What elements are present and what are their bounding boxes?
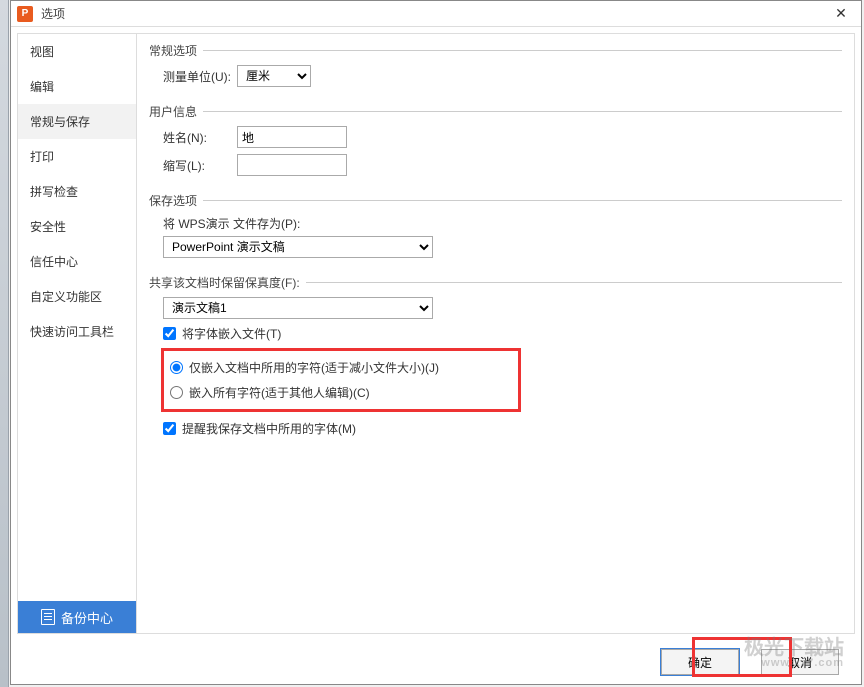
sidebar-item-trust-center[interactable]: 信任中心: [18, 244, 136, 279]
radio-subset-label: 仅嵌入文档中所用的字符(适于减小文件大小)(J): [189, 359, 439, 376]
embed-fonts-checkbox[interactable]: [163, 327, 176, 340]
share-doc-select[interactable]: 演示文稿1: [163, 297, 433, 319]
radio-all[interactable]: [170, 386, 183, 399]
app-icon: P: [17, 6, 33, 22]
close-icon[interactable]: ✕: [827, 4, 855, 24]
initials-label: 缩写(L):: [163, 157, 231, 174]
save-as-select[interactable]: PowerPoint 演示文稿: [163, 236, 433, 258]
sidebar-item-spellcheck[interactable]: 拼写检查: [18, 174, 136, 209]
section-user-legend: 用户信息: [149, 103, 203, 120]
section-save: 保存选项 将 WPS演示 文件存为(P): PowerPoint 演示文稿: [149, 192, 842, 264]
radio-subset[interactable]: [170, 361, 183, 374]
sidebar-nav: 视图 编辑 常规与保存 打印 拼写检查 安全性 信任中心 自定义功能区 快速访问…: [18, 34, 136, 601]
sidebar-item-security[interactable]: 安全性: [18, 209, 136, 244]
embed-options-highlight: 仅嵌入文档中所用的字符(适于减小文件大小)(J) 嵌入所有字符(适于其他人编辑)…: [161, 348, 521, 412]
name-input[interactable]: [237, 126, 347, 148]
dialog-footer: 确定 取消: [11, 640, 861, 684]
sidebar-item-view[interactable]: 视图: [18, 34, 136, 69]
window-title: 选项: [41, 5, 827, 22]
backup-center-label: 备份中心: [61, 608, 113, 627]
remind-fonts-checkbox[interactable]: [163, 422, 176, 435]
sidebar-item-print[interactable]: 打印: [18, 139, 136, 174]
section-save-legend: 保存选项: [149, 192, 203, 209]
name-label: 姓名(N):: [163, 129, 231, 146]
backup-center-button[interactable]: 备份中心: [18, 601, 136, 633]
measure-unit-select[interactable]: 厘米: [237, 65, 311, 87]
section-user: 用户信息 姓名(N): 缩写(L):: [149, 103, 842, 182]
section-general-legend: 常规选项: [149, 42, 203, 59]
section-share: 共享该文档时保留保真度(F): 演示文稿1 将字体嵌入文件(T) 仅嵌入文档中所…: [149, 274, 842, 443]
sidebar-item-general-save[interactable]: 常规与保存: [18, 104, 136, 139]
ok-button[interactable]: 确定: [661, 649, 739, 675]
radio-all-label: 嵌入所有字符(适于其他人编辑)(C): [189, 384, 370, 401]
dialog-body: 视图 编辑 常规与保存 打印 拼写检查 安全性 信任中心 自定义功能区 快速访问…: [11, 27, 861, 640]
initials-input[interactable]: [237, 154, 347, 176]
measure-unit-label: 测量单位(U):: [163, 68, 231, 85]
titlebar: P 选项 ✕: [11, 1, 861, 27]
sidebar: 视图 编辑 常规与保存 打印 拼写检查 安全性 信任中心 自定义功能区 快速访问…: [17, 33, 137, 634]
remind-fonts-label: 提醒我保存文档中所用的字体(M): [182, 420, 356, 437]
cancel-button[interactable]: 取消: [761, 649, 839, 675]
options-dialog: P 选项 ✕ 视图 编辑 常规与保存 打印 拼写检查 安全性 信任中心 自定义功…: [10, 0, 862, 685]
embed-fonts-label: 将字体嵌入文件(T): [182, 325, 281, 342]
sidebar-item-edit[interactable]: 编辑: [18, 69, 136, 104]
radio-row-subset[interactable]: 仅嵌入文档中所用的字符(适于减小文件大小)(J): [170, 355, 510, 380]
section-general: 常规选项 测量单位(U): 厘米: [149, 42, 842, 93]
save-as-label: 将 WPS演示 文件存为(P):: [163, 215, 300, 232]
section-share-legend: 共享该文档时保留保真度(F):: [149, 274, 306, 291]
content-panel: 常规选项 测量单位(U): 厘米 用户信息 姓名(N): 缩写(L):: [137, 33, 855, 634]
document-icon: [41, 609, 55, 625]
sidebar-item-custom-ribbon[interactable]: 自定义功能区: [18, 279, 136, 314]
sidebar-item-quick-access[interactable]: 快速访问工具栏: [18, 314, 136, 349]
window-edge: [0, 0, 9, 687]
radio-row-all[interactable]: 嵌入所有字符(适于其他人编辑)(C): [170, 380, 510, 405]
